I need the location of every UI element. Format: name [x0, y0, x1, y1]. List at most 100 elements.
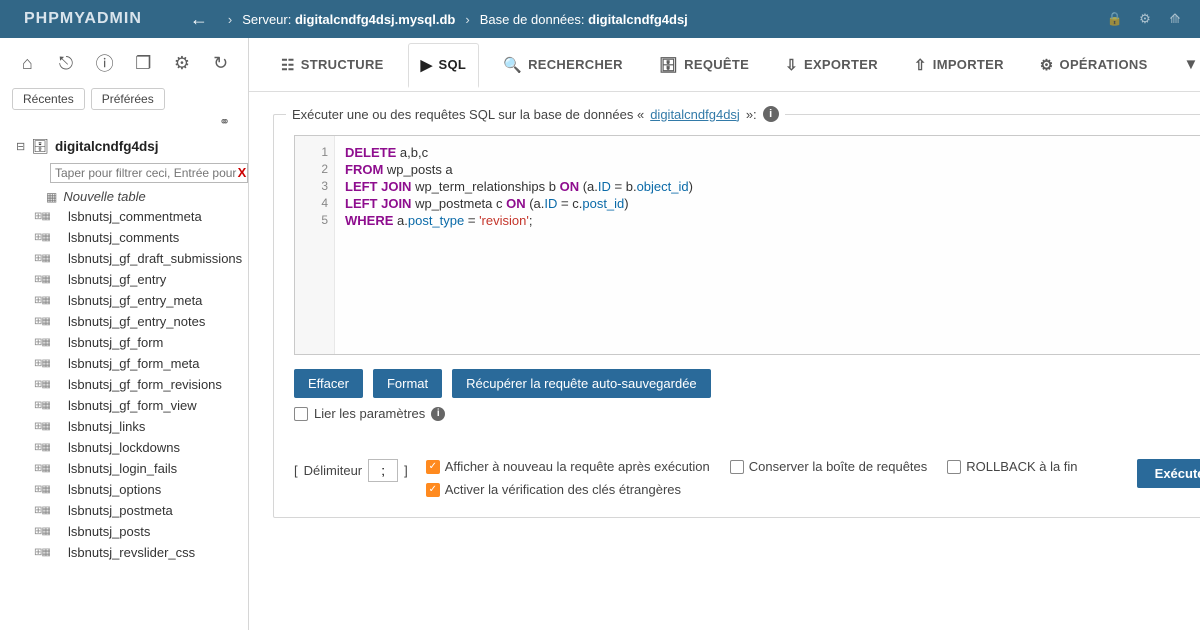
rollback-checkbox[interactable]: [947, 460, 961, 474]
breadcrumb: ← › Serveur: digitalcndfg4dsj.mysql.db ›…: [190, 9, 688, 30]
sql-fieldset: Exécuter une ou des requêtes SQL sur la …: [273, 114, 1200, 518]
table-row[interactable]: ⊞▦lsbnutsj_postmeta: [34, 500, 248, 521]
info-icon[interactable]: i: [763, 106, 779, 122]
breadcrumb-server[interactable]: Serveur: digitalcndfg4dsj.mysql.db: [242, 12, 455, 27]
fk-check-label: Activer la vérification des clés étrangè…: [445, 482, 681, 497]
sidebar: ⌂ ⎋ ⓘ ❐ ⚙ ↻ Récentes Préférées ⚭ ⊟ 🗄 dig…: [0, 38, 249, 630]
table-name: lsbnutsj_gf_entry_notes: [68, 314, 205, 329]
tab-search[interactable]: 🔍RECHERCHER: [491, 44, 635, 86]
table-name: lsbnutsj_links: [68, 419, 145, 434]
show-again-checkbox[interactable]: ✓: [426, 460, 440, 474]
table-row[interactable]: ⊞▦ lsbnutsj_gf_entry_meta: [34, 290, 248, 311]
rollback-label: ROLLBACK à la fin: [966, 459, 1077, 474]
tab-recent[interactable]: Récentes: [12, 88, 85, 110]
info-icon[interactable]: i: [431, 407, 445, 421]
table-row[interactable]: ⊞▦ lsbnutsj_comments: [34, 227, 248, 248]
table-row[interactable]: ⊞▦lsbnutsj_gf_draft_submissions: [34, 248, 248, 269]
copy-icon[interactable]: ❐: [129, 53, 157, 74]
tab-query[interactable]: 🗄REQUÊTE: [647, 44, 761, 86]
docs-icon[interactable]: ⓘ: [91, 50, 119, 76]
legend-db-link[interactable]: digitalcndfg4dsj: [650, 107, 740, 122]
link-icon[interactable]: ⚭: [0, 114, 248, 134]
table-tree-icon: ⊞▦: [34, 547, 64, 558]
clear-button[interactable]: Effacer: [294, 369, 363, 398]
nav-tabs: ☷STRUCTURE ▶SQL 🔍RECHERCHER 🗄REQUÊTE ⇩EX…: [249, 38, 1200, 92]
table-name: lsbnutsj_gf_form_revisions: [68, 377, 222, 392]
fieldset-legend: Exécuter une ou des requêtes SQL sur la …: [286, 106, 785, 122]
table-tree-icon: ⊞▦: [34, 337, 64, 348]
tab-favorites[interactable]: Préférées: [91, 88, 165, 110]
collapse-icon[interactable]: ⟰: [1166, 10, 1184, 28]
table-tree-icon: ⊞▦: [34, 358, 64, 369]
tab-more[interactable]: ▼PLUS: [1172, 44, 1200, 85]
table-name: lsbnutsj_lockdowns: [68, 440, 180, 455]
delimiter-label: Délimiteur: [304, 463, 363, 478]
table-name: lsbnutsj_comments: [68, 230, 179, 245]
table-row[interactable]: ⊞▦lsbnutsj_gf_form_revisions: [34, 374, 248, 395]
new-table-icon: ▦: [46, 190, 57, 204]
table-row[interactable]: ⊞▦lsbnutsj_gf_form_meta: [34, 353, 248, 374]
table-tree-icon: ⊞▦: [34, 274, 64, 285]
bind-params-label: Lier les paramètres: [314, 406, 425, 421]
tab-import[interactable]: ⇧IMPORTER: [902, 44, 1016, 86]
home-icon[interactable]: ⌂: [13, 53, 41, 74]
tab-sql[interactable]: ▶SQL: [408, 43, 479, 88]
search-icon: 🔍: [503, 56, 522, 74]
settings-icon[interactable]: ⚙: [1136, 10, 1154, 28]
structure-icon: ☷: [281, 56, 295, 74]
delimiter-input[interactable]: [368, 459, 398, 482]
table-row[interactable]: ⊞▦lsbnutsj_login_fails: [34, 458, 248, 479]
chevron-down-icon: ▼: [1184, 56, 1199, 73]
recover-button[interactable]: Récupérer la requête auto-sauvegardée: [452, 369, 711, 398]
table-row[interactable]: ⊞▦ lsbnutsj_commentmeta: [34, 206, 248, 227]
table-row[interactable]: ⊞▦ lsbnutsj_lockdowns: [34, 437, 248, 458]
table-row[interactable]: ⊞▦lsbnutsj_gf_entry_notes: [34, 311, 248, 332]
table-tree-icon: ⊞▦: [34, 526, 64, 537]
reload-icon[interactable]: ↻: [207, 53, 235, 74]
table-row[interactable]: ⊞▦ lsbnutsj_revslider_css: [34, 542, 248, 563]
breadcrumb-db[interactable]: Base de données: digitalcndfg4dsj: [480, 12, 688, 27]
code-area[interactable]: DELETE a,b,c FROM wp_posts a LEFT JOIN w…: [335, 136, 703, 354]
back-arrow-icon[interactable]: ←: [190, 9, 208, 30]
tab-operations[interactable]: ⚙OPÉRATIONS: [1028, 44, 1160, 86]
execute-button[interactable]: Exécuter: [1137, 459, 1200, 488]
table-name: lsbnutsj_revslider_css: [68, 545, 195, 560]
db-tree-node[interactable]: ⊟ 🗄 digitalcndfg4dsj: [0, 134, 248, 159]
table-tree-icon: ⊞▦: [34, 484, 64, 495]
format-button[interactable]: Format: [373, 369, 442, 398]
line-gutter: 12345: [295, 136, 335, 354]
fk-check-checkbox[interactable]: ✓: [426, 483, 440, 497]
table-name: lsbnutsj_gf_draft_submissions: [68, 251, 242, 266]
tab-export[interactable]: ⇩EXPORTER: [773, 44, 890, 86]
tables-list: ⊞▦ lsbnutsj_commentmeta ⊞▦ lsbnutsj_comment…: [0, 206, 248, 563]
table-row[interactable]: ⊞▦ lsbnutsj_links: [34, 416, 248, 437]
table-row[interactable]: ⊞▦lsbnutsj_gf_entry: [34, 269, 248, 290]
clear-filter-icon[interactable]: X: [238, 165, 247, 180]
gear-icon[interactable]: ⚙: [168, 53, 196, 74]
import-icon: ⇧: [914, 56, 927, 74]
table-name: lsbnutsj_gf_entry_meta: [68, 293, 202, 308]
table-tree-icon: ⊞▦: [34, 442, 64, 453]
new-table-link[interactable]: ▦ Nouvelle table: [0, 187, 248, 206]
filter-input-wrap: X: [50, 163, 248, 183]
gear-icon: ⚙: [1040, 56, 1054, 74]
export-icon: ⇩: [785, 56, 798, 74]
table-name: lsbnutsj_commentmeta: [68, 209, 202, 224]
table-tree-icon: ⊞▦: [34, 211, 64, 222]
table-row[interactable]: ⊞▦lsbnutsj_gf_form: [34, 332, 248, 353]
sql-editor[interactable]: 12345 DELETE a,b,c FROM wp_posts a LEFT …: [294, 135, 1200, 355]
table-row[interactable]: ⊞▦lsbnutsj_posts: [34, 521, 248, 542]
logout-icon[interactable]: ⎋: [52, 53, 80, 74]
table-tree-icon: ⊞▦: [34, 295, 64, 306]
table-row[interactable]: ⊞▦lsbnutsj_options: [34, 479, 248, 500]
keep-box-checkbox[interactable]: [730, 460, 744, 474]
filter-input[interactable]: [50, 163, 248, 183]
lock-icon[interactable]: 🔒: [1106, 10, 1124, 28]
bind-params-checkbox[interactable]: [294, 407, 308, 421]
table-row[interactable]: ⊞▦lsbnutsj_gf_form_view: [34, 395, 248, 416]
table-tree-icon: ⊞▦: [34, 232, 64, 243]
tab-structure[interactable]: ☷STRUCTURE: [269, 44, 396, 86]
table-tree-icon: ⊞▦: [34, 421, 64, 432]
delimiter-group: [ Délimiteur ]: [294, 459, 408, 482]
expand-icon[interactable]: ⊟: [16, 140, 25, 153]
